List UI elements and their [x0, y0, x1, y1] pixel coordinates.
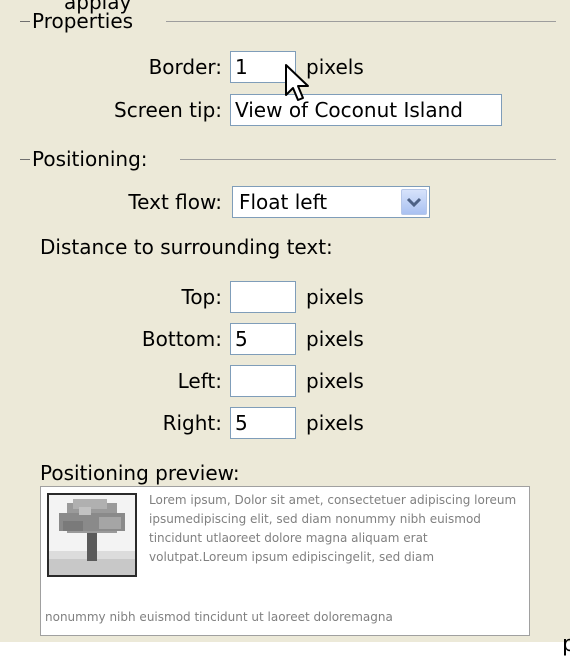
dropdown-button[interactable] — [401, 189, 427, 215]
mouse-cursor-icon — [284, 63, 312, 107]
distance-label: Distance to surrounding text: — [40, 235, 333, 259]
bottom-unit: pixels — [306, 327, 364, 351]
picture-properties-panel: applay Properties Border: 1 pixels Scree… — [0, 0, 570, 642]
divider — [180, 159, 556, 160]
right-label: Right: — [162, 411, 222, 435]
positioning-preview: Lorem ipsum, Dolor sit amet, consectetue… — [40, 486, 530, 636]
top-input[interactable] — [230, 281, 296, 313]
tree-icon — [49, 499, 135, 575]
bottom-input[interactable]: 5 — [230, 323, 296, 355]
group-tick — [20, 159, 30, 160]
textflow-label: Text flow: — [128, 190, 222, 214]
preview-text-bottom: nonummy nibh euismod tincidunt ut laoree… — [45, 610, 393, 624]
top-label: Top: — [181, 285, 223, 309]
preview-text: Lorem ipsum, Dolor sit amet, consectetue… — [149, 493, 517, 564]
border-label: Border: — [148, 55, 222, 79]
positioning-group-title: Positioning: — [32, 147, 148, 171]
chevron-down-icon — [406, 197, 422, 208]
tree-image-thumbnail — [47, 493, 137, 577]
top-unit: pixels — [306, 285, 364, 309]
left-input[interactable] — [230, 365, 296, 397]
screentip-input[interactable]: View of Coconut Island — [230, 94, 502, 126]
left-label: Left: — [177, 369, 222, 393]
partial-outside-text: p — [562, 632, 570, 657]
divider — [166, 21, 556, 22]
screentip-label: Screen tip: — [114, 98, 222, 122]
textflow-value: Float left — [239, 190, 328, 214]
left-unit: pixels — [306, 369, 364, 393]
textflow-select[interactable]: Float left — [232, 186, 430, 218]
right-unit: pixels — [306, 411, 364, 435]
preview-title: Positioning preview: — [40, 461, 240, 485]
group-tick — [20, 21, 30, 22]
bottom-label: Bottom: — [141, 327, 222, 351]
right-input[interactable]: 5 — [230, 407, 296, 439]
properties-group-title: Properties — [32, 9, 134, 33]
border-unit: pixels — [306, 55, 364, 79]
